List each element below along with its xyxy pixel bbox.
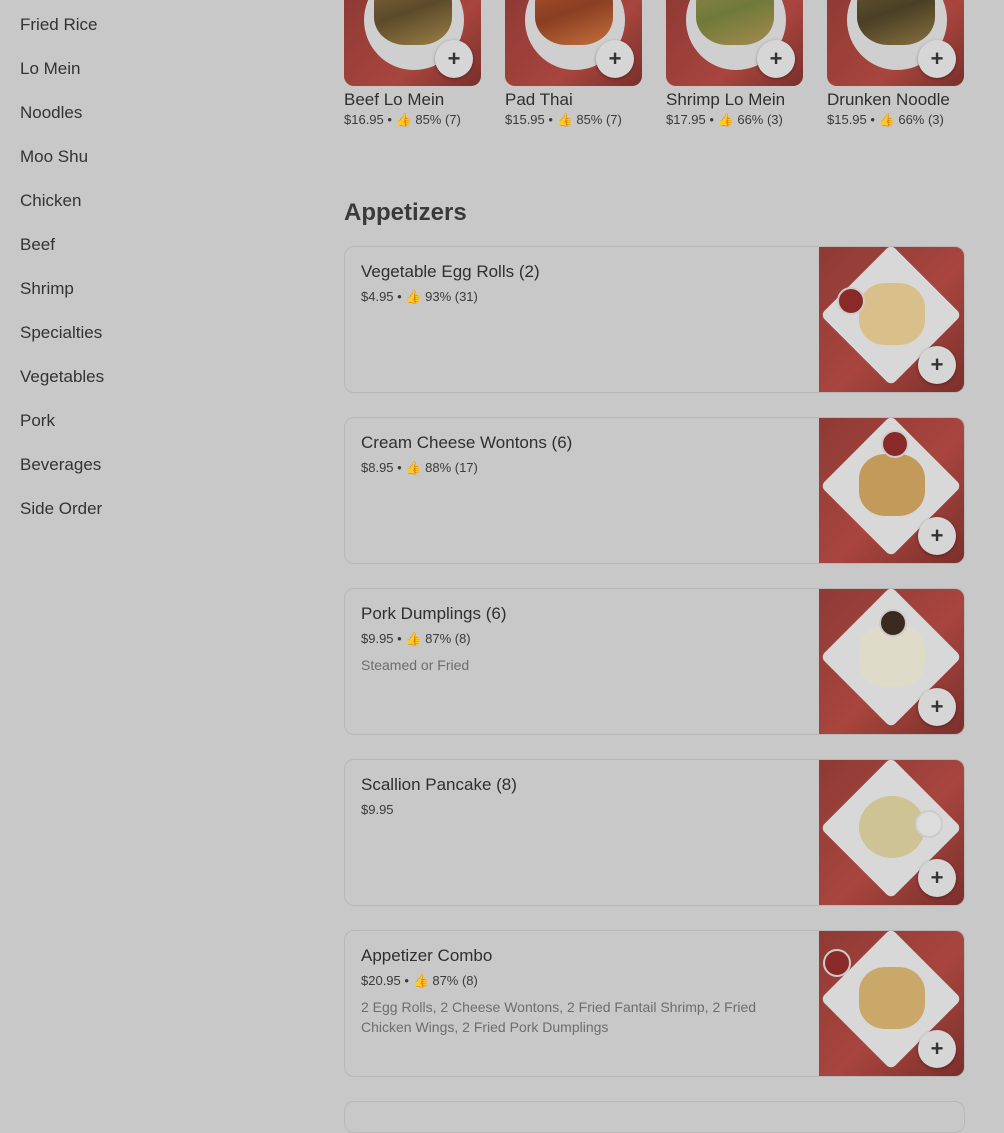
sidebar-item-beef[interactable]: Beef — [20, 235, 55, 255]
item-price-rating: $4.95 • 👍 93% (31) — [361, 289, 478, 304]
menu-item-card[interactable]: Appetizer Combo $20.95 • 👍 87% (8) 2 Egg… — [344, 930, 965, 1077]
sidebar-item-noodles[interactable]: Noodles — [20, 103, 82, 123]
item-name: Cream Cheese Wontons (6) — [361, 433, 573, 452]
add-item-button[interactable]: + — [918, 40, 956, 78]
item-description: Steamed or Fried — [361, 657, 470, 673]
item-name: Appetizer Combo — [361, 946, 493, 965]
item-name: Vegetable Egg Rolls (2) — [361, 262, 540, 281]
item-name: Pork Dumplings (6) — [361, 604, 507, 623]
item-price-rating: $9.95 • 👍 87% (8) — [361, 631, 471, 646]
add-item-button[interactable]: + — [596, 40, 634, 78]
add-item-button[interactable]: + — [757, 40, 795, 78]
add-item-button[interactable]: + — [918, 517, 956, 555]
add-item-button[interactable]: + — [435, 40, 473, 78]
menu-item-card[interactable]: Scallion Pancake (8) $9.95 + — [344, 759, 965, 906]
sidebar-item-chicken[interactable]: Chicken — [20, 191, 81, 211]
item-description: 2 Egg Rolls, 2 Cheese Wontons, 2 Fried F… — [361, 999, 757, 1035]
item-price-rating: $20.95 • 👍 87% (8) — [361, 973, 478, 988]
sidebar-item-lo-mein[interactable]: Lo Mein — [20, 59, 80, 79]
dish-price-rating: $15.95 • 👍 85% (7) — [505, 112, 622, 127]
dish-name: Drunken Noodle — [827, 90, 950, 109]
sidebar-item-moo-shu[interactable]: Moo Shu — [20, 147, 88, 167]
sidebar-item-shrimp[interactable]: Shrimp — [20, 279, 74, 299]
sidebar-item-side-order[interactable]: Side Order — [20, 499, 102, 519]
item-price-rating: $9.95 — [361, 802, 394, 817]
section-title: Appetizers — [344, 199, 467, 226]
dish-name: Shrimp Lo Mein — [666, 90, 786, 109]
sidebar-item-specialties[interactable]: Specialties — [20, 323, 102, 343]
add-item-button[interactable]: + — [918, 346, 956, 384]
menu-item-card-partial[interactable] — [344, 1101, 965, 1133]
add-item-button[interactable]: + — [918, 1030, 956, 1068]
menu-item-card[interactable]: Pork Dumplings (6) $9.95 • 👍 87% (8) Ste… — [344, 588, 965, 735]
sidebar-item-vegetables[interactable]: Vegetables — [20, 367, 104, 387]
item-name: Scallion Pancake (8) — [361, 775, 517, 794]
add-item-button[interactable]: + — [918, 688, 956, 726]
dish-price-rating: $17.95 • 👍 66% (3) — [666, 112, 783, 127]
dish-name: Pad Thai — [505, 90, 573, 109]
menu-item-card[interactable]: Cream Cheese Wontons (6) $8.95 • 👍 88% (… — [344, 417, 965, 564]
dish-price-rating: $15.95 • 👍 66% (3) — [827, 112, 944, 127]
dish-price-rating: $16.95 • 👍 85% (7) — [344, 112, 461, 127]
sidebar-item-fried-rice[interactable]: Fried Rice — [20, 15, 97, 35]
item-price-rating: $8.95 • 👍 88% (17) — [361, 460, 478, 475]
add-item-button[interactable]: + — [918, 859, 956, 897]
menu-item-card[interactable]: Vegetable Egg Rolls (2) $4.95 • 👍 93% (3… — [344, 246, 965, 393]
sidebar-item-beverages[interactable]: Beverages — [20, 455, 101, 475]
sidebar-item-pork[interactable]: Pork — [20, 411, 55, 431]
dish-name: Beef Lo Mein — [344, 90, 445, 109]
